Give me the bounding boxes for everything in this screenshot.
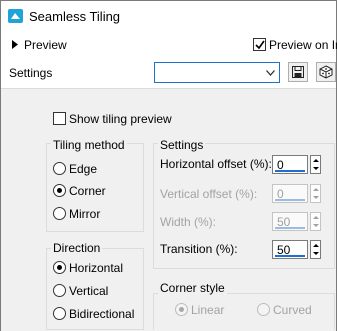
- save-preset-button[interactable]: [288, 62, 308, 82]
- radio-horizontal-label: Horizontal: [69, 261, 124, 275]
- preview-row: Preview Preview on Im: [1, 33, 337, 57]
- spinner-arrows[interactable]: [310, 212, 321, 231]
- dice-icon: [319, 65, 333, 79]
- width-spinner[interactable]: 50: [272, 212, 322, 232]
- radio-edge[interactable]: Edge: [53, 161, 133, 177]
- radio-horizontal[interactable]: Horizontal: [53, 260, 143, 276]
- chevron-down-icon: [266, 70, 275, 76]
- radio-corner[interactable]: Corner: [53, 183, 133, 199]
- spinner-arrows[interactable]: [310, 184, 321, 203]
- vertical-offset-input[interactable]: 0: [272, 184, 308, 203]
- radio-curved[interactable]: Curved: [257, 302, 327, 318]
- radio-circle: [175, 303, 188, 316]
- direction-title: Direction: [51, 241, 103, 255]
- radio-circle: [53, 207, 66, 220]
- vertical-offset-spinner[interactable]: 0: [272, 184, 322, 204]
- radio-circle: [53, 284, 66, 297]
- checkbox-box: [53, 112, 66, 125]
- radio-circle: [257, 303, 270, 316]
- radio-linear[interactable]: Linear: [175, 302, 245, 318]
- radio-mirror-label: Mirror: [69, 207, 101, 221]
- options-panel: Show tiling preview Tiling method Edge C…: [1, 88, 336, 331]
- radio-curved-label: Curved: [273, 303, 312, 317]
- radio-circle: [53, 261, 66, 274]
- horizontal-offset-label: Horizontal offset (%):: [160, 157, 272, 171]
- show-tiling-preview-checkbox[interactable]: Show tiling preview: [53, 111, 193, 127]
- horizontal-offset-input[interactable]: 0: [272, 155, 308, 174]
- app-icon: [8, 9, 23, 23]
- floppy-disk-icon: [292, 66, 304, 78]
- horizontal-offset-spinner[interactable]: 0: [272, 155, 322, 175]
- preview-expand-toggle[interactable]: Preview: [10, 37, 70, 53]
- transition-label: Transition (%):: [160, 242, 238, 256]
- randomize-button[interactable]: [316, 62, 336, 82]
- radio-circle: [53, 184, 66, 197]
- transition-input[interactable]: 50: [272, 240, 308, 259]
- vertical-offset-label: Vertical offset (%):: [160, 187, 258, 201]
- width-input[interactable]: 50: [272, 212, 308, 231]
- radio-mirror[interactable]: Mirror: [53, 206, 133, 222]
- preview-on-image-label: Preview on Im: [269, 38, 337, 52]
- checkbox-box: [253, 38, 266, 51]
- width-label: Width (%):: [160, 215, 217, 229]
- radio-bidirectional[interactable]: Bidirectional: [53, 306, 143, 322]
- tiling-method-title: Tiling method: [51, 138, 127, 152]
- title-bar: Seamless Tiling: [1, 1, 336, 31]
- radio-corner-label: Corner: [69, 184, 106, 198]
- radio-circle: [53, 162, 66, 175]
- radio-vertical[interactable]: Vertical: [53, 283, 143, 299]
- preview-on-image-checkbox[interactable]: Preview on Im: [253, 37, 337, 53]
- dialog-window: Seamless Tiling Preview Preview on Im Se…: [0, 0, 337, 331]
- corner-style-title: Corner style: [158, 281, 227, 295]
- settings-label: Settings: [9, 66, 53, 80]
- show-tiling-preview-label: Show tiling preview: [69, 112, 172, 126]
- spinner-arrows[interactable]: [310, 155, 321, 174]
- chevron-right-icon: [12, 40, 18, 49]
- preset-dropdown[interactable]: [154, 62, 280, 83]
- window-title: Seamless Tiling: [29, 9, 121, 24]
- settings-row: Settings: [1, 59, 336, 87]
- radio-linear-label: Linear: [191, 303, 225, 317]
- radio-bidirectional-label: Bidirectional: [69, 307, 135, 321]
- radio-edge-label: Edge: [69, 162, 98, 176]
- transition-spinner[interactable]: 50: [272, 240, 322, 260]
- spinner-arrows[interactable]: [310, 240, 321, 259]
- radio-circle: [53, 307, 66, 320]
- radio-vertical-label: Vertical: [69, 284, 109, 298]
- settings-group-title: Settings: [158, 138, 206, 152]
- checkmark-icon: [255, 40, 265, 50]
- preview-label: Preview: [24, 38, 67, 52]
